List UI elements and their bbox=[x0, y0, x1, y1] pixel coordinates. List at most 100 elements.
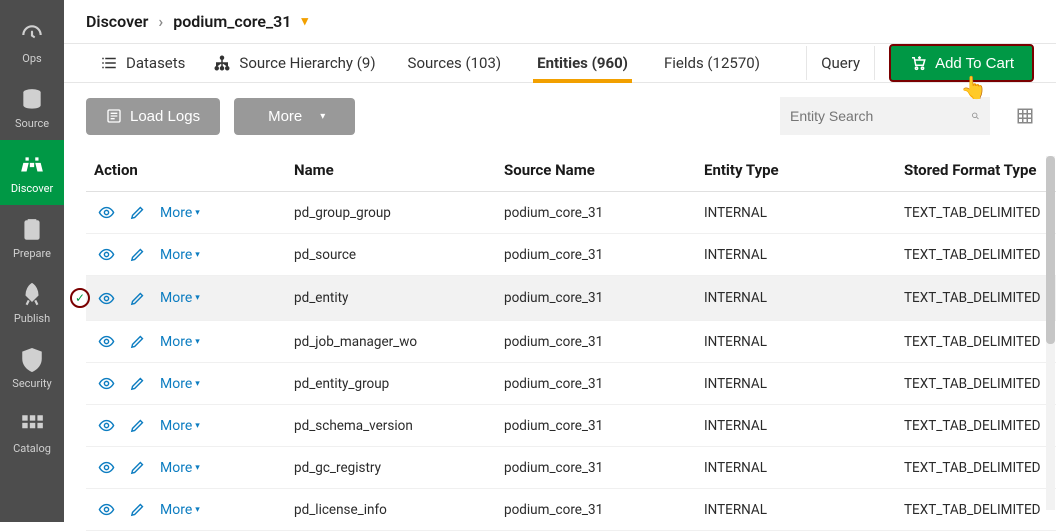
edit-icon[interactable] bbox=[129, 204, 146, 221]
edit-icon[interactable] bbox=[129, 375, 146, 392]
tab-fields[interactable]: Fields (12570) bbox=[646, 44, 778, 82]
col-source-name[interactable]: Source Name bbox=[496, 149, 696, 192]
sidebar-item-label: Source bbox=[15, 117, 49, 130]
chevron-down-icon: ▾ bbox=[195, 208, 200, 218]
breadcrumb-current[interactable]: podium_core_31 bbox=[173, 12, 291, 31]
cell-source-name: podium_core_31 bbox=[496, 192, 696, 234]
columns-icon[interactable] bbox=[1016, 107, 1034, 125]
row-more-menu[interactable]: More▾ bbox=[160, 205, 200, 221]
chevron-down-icon: ▾ bbox=[195, 505, 200, 515]
breadcrumb-root[interactable]: Discover bbox=[86, 12, 148, 31]
row-more-label: More bbox=[160, 334, 192, 350]
datasets-menu[interactable]: Datasets bbox=[86, 44, 199, 82]
table-header-row: Action Name Source Name Entity Type Stor… bbox=[86, 149, 1056, 192]
cart-icon bbox=[909, 54, 927, 72]
row-more-menu[interactable]: More▾ bbox=[160, 418, 200, 434]
table-row[interactable]: More▾pd_schema_versionpodium_core_31INTE… bbox=[86, 405, 1056, 447]
scrollbar-track[interactable] bbox=[1046, 156, 1055, 510]
sidebar-item-label: Ops bbox=[22, 52, 41, 65]
cell-source-name: podium_core_31 bbox=[496, 276, 696, 321]
rocket-icon bbox=[19, 282, 45, 308]
col-name[interactable]: Name bbox=[286, 149, 496, 192]
cell-entity-type: INTERNAL bbox=[696, 489, 896, 531]
cell-name: pd_entity bbox=[286, 276, 496, 321]
edit-icon[interactable] bbox=[129, 501, 146, 518]
row-more-menu[interactable]: More▾ bbox=[160, 290, 200, 306]
table-row[interactable]: More▾pd_group_grouppodium_core_31INTERNA… bbox=[86, 192, 1056, 234]
row-selected-check-icon[interactable]: ✓ bbox=[70, 288, 90, 308]
grid-icon bbox=[19, 412, 45, 438]
edit-icon[interactable] bbox=[129, 417, 146, 434]
row-more-menu[interactable]: More▾ bbox=[160, 376, 200, 392]
view-icon[interactable] bbox=[98, 246, 115, 263]
chevron-down-icon: ▾ bbox=[195, 293, 200, 303]
col-action[interactable]: Action bbox=[86, 149, 286, 192]
sidebar-item-publish[interactable]: Publish bbox=[0, 270, 64, 335]
cell-name: pd_job_manager_wo bbox=[286, 321, 496, 363]
sidebar-item-discover[interactable]: Discover bbox=[0, 140, 64, 205]
table-row[interactable]: More▾pd_job_manager_wopodium_core_31INTE… bbox=[86, 321, 1056, 363]
view-icon[interactable] bbox=[98, 417, 115, 434]
sidebar-item-ops[interactable]: Ops bbox=[0, 10, 64, 75]
row-more-menu[interactable]: More▾ bbox=[160, 247, 200, 263]
table-row[interactable]: ✓More▾pd_entitypodium_core_31INTERNALTEX… bbox=[86, 276, 1056, 321]
view-icon[interactable] bbox=[98, 375, 115, 392]
table-row[interactable]: More▾pd_gc_registrypodium_core_31INTERNA… bbox=[86, 447, 1056, 489]
cell-stored-format: TEXT_TAB_DELIMITED bbox=[896, 276, 1056, 321]
view-icon[interactable] bbox=[98, 459, 115, 476]
row-more-menu[interactable]: More▾ bbox=[160, 460, 200, 476]
row-more-menu[interactable]: More▾ bbox=[160, 502, 200, 518]
view-icon[interactable] bbox=[98, 501, 115, 518]
tab-sources[interactable]: Sources (103) bbox=[390, 44, 520, 82]
breadcrumb: Discover › podium_core_31 ▾ bbox=[64, 0, 1056, 43]
cell-entity-type: INTERNAL bbox=[696, 192, 896, 234]
scrollbar-thumb[interactable] bbox=[1046, 156, 1055, 344]
cell-stored-format: TEXT_TAB_DELIMITED bbox=[896, 489, 1056, 531]
edit-icon[interactable] bbox=[129, 459, 146, 476]
table-row[interactable]: More▾pd_entity_grouppodium_core_31INTERN… bbox=[86, 363, 1056, 405]
entity-search-input[interactable] bbox=[790, 108, 971, 124]
load-logs-button[interactable]: Load Logs bbox=[86, 98, 220, 135]
source-hierarchy-menu[interactable]: Source Hierarchy (9) bbox=[199, 44, 389, 82]
cell-entity-type: INTERNAL bbox=[696, 405, 896, 447]
cell-name: pd_license_info bbox=[286, 489, 496, 531]
more-actions-button[interactable]: More ▾ bbox=[234, 98, 355, 135]
shield-icon bbox=[19, 347, 45, 373]
add-to-cart-button[interactable]: Add To Cart bbox=[889, 44, 1034, 82]
chevron-down-icon[interactable]: ▾ bbox=[301, 14, 308, 29]
sidebar-item-catalog[interactable]: Catalog bbox=[0, 400, 64, 465]
cell-source-name: podium_core_31 bbox=[496, 363, 696, 405]
col-entity-type[interactable]: Entity Type bbox=[696, 149, 896, 192]
cell-stored-format: TEXT_TAB_DELIMITED bbox=[896, 321, 1056, 363]
view-icon[interactable] bbox=[98, 333, 115, 350]
view-icon[interactable] bbox=[98, 204, 115, 221]
edit-icon[interactable] bbox=[129, 290, 146, 307]
search-icon[interactable] bbox=[971, 108, 980, 124]
row-more-label: More bbox=[160, 290, 192, 306]
table-row[interactable]: More▾ pd_license_infopodium_core_31INTERN… bbox=[86, 489, 1056, 531]
cell-source-name: podium_core_31 bbox=[496, 447, 696, 489]
cell-source-name: podium_core_31 bbox=[496, 489, 696, 531]
row-more-menu[interactable]: More▾ bbox=[160, 334, 200, 350]
tab-entities[interactable]: Entities (960) bbox=[519, 44, 646, 82]
chevron-down-icon: ▾ bbox=[195, 379, 200, 389]
chevron-down-icon: ▾ bbox=[195, 421, 200, 431]
main-content: Discover › podium_core_31 ▾ Datasets Sou… bbox=[64, 0, 1056, 522]
cell-stored-format: TEXT_TAB_DELIMITED bbox=[896, 192, 1056, 234]
row-more-label: More bbox=[160, 205, 192, 221]
sidebar-item-security[interactable]: Security bbox=[0, 335, 64, 400]
col-stored-format[interactable]: Stored Format Type bbox=[896, 149, 1056, 192]
tab-label: Entities (960) bbox=[537, 54, 628, 72]
edit-icon[interactable] bbox=[129, 333, 146, 350]
view-icon[interactable] bbox=[98, 290, 115, 307]
table-row[interactable]: More▾pd_sourcepodium_core_31INTERNALTEXT… bbox=[86, 234, 1056, 276]
sidebar-item-prepare[interactable]: Prepare bbox=[0, 205, 64, 270]
load-logs-label: Load Logs bbox=[130, 108, 200, 125]
cell-stored-format: TEXT_TAB_DELIMITED bbox=[896, 447, 1056, 489]
query-button[interactable]: Query bbox=[807, 44, 874, 82]
sidebar-item-source[interactable]: Source bbox=[0, 75, 64, 140]
edit-icon[interactable] bbox=[129, 246, 146, 263]
sidebar-item-label: Security bbox=[12, 377, 51, 390]
query-label: Query bbox=[821, 54, 860, 72]
chevron-right-icon: › bbox=[158, 12, 163, 31]
